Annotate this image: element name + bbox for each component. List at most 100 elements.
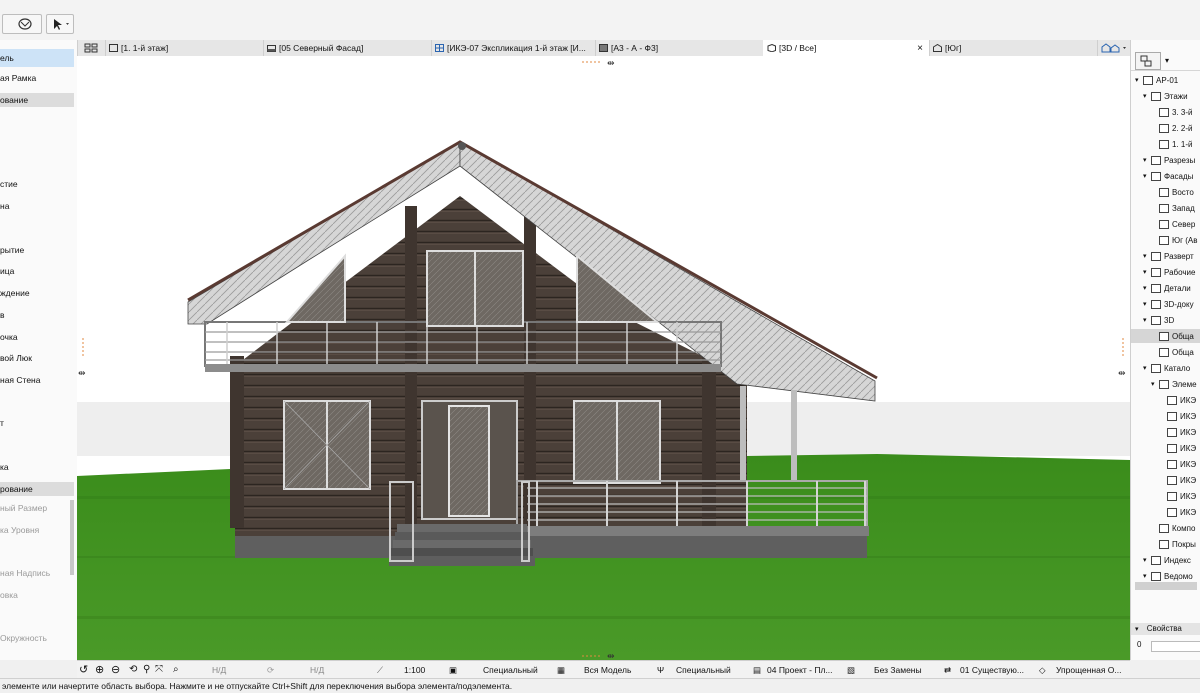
properties-header[interactable]: ▾ Свойства <box>1131 623 1200 635</box>
tab-layout[interactable]: [А3 - А - Ф3] <box>595 40 764 56</box>
nav-item[interactable]: ИКЭ <box>1131 505 1200 519</box>
nav-item[interactable]: ▾ Катало <box>1131 361 1200 375</box>
layer-combo-dropdown[interactable]: Специальный <box>483 661 538 679</box>
orbit-button[interactable] <box>2 14 42 34</box>
nav-item[interactable]: ИКЭ <box>1131 441 1200 455</box>
nav-item[interactable]: Обща <box>1131 329 1200 343</box>
nav-item[interactable]: ИКЭ <box>1131 457 1200 471</box>
nav-item[interactable]: Восто <box>1131 185 1200 199</box>
toolbox-item[interactable]: очка <box>0 332 74 342</box>
tab-south[interactable]: [Юг] <box>929 40 1098 56</box>
scale-field[interactable]: 1:100 <box>404 661 425 679</box>
nav-item[interactable]: ▾ Ведомо <box>1131 569 1200 583</box>
close-tab-icon[interactable]: × <box>917 43 923 54</box>
tab-3d[interactable]: [3D / Все] × <box>763 40 930 56</box>
toolbox-item[interactable]: ный Размер <box>0 503 74 513</box>
tab-overview-button[interactable] <box>77 40 106 56</box>
nav-item[interactable]: ▾ АР-01 <box>1131 73 1200 87</box>
toolbox-item[interactable]: ждение <box>0 288 74 298</box>
pen-set-dropdown[interactable]: Специальный <box>676 661 731 679</box>
nav-item[interactable]: ▾ Элеме <box>1131 377 1200 391</box>
properties-field[interactable] <box>1151 641 1200 652</box>
partial-structure-dropdown[interactable]: Упрощенная О... <box>1056 661 1121 679</box>
nav-item[interactable]: ИКЭ <box>1131 393 1200 407</box>
nav-item[interactable]: Покры <box>1131 537 1200 551</box>
toolbox-item[interactable]: ная Надпись <box>0 568 74 578</box>
zoom-fit-icon[interactable]: ⌕ <box>173 661 179 679</box>
nav-item[interactable]: ▾ Разрезы <box>1131 153 1200 167</box>
nav-item[interactable]: Запад <box>1131 201 1200 215</box>
toolbox-item[interactable]: Окружность <box>0 633 74 643</box>
expand-arrow-icon[interactable]: ▾ <box>1143 92 1151 100</box>
tab-floor-1[interactable]: [1. 1-й этаж] <box>105 40 264 56</box>
navigator-panel: ▾ ▾ АР-01 ▾ Этажи 3. 3-й 2. 2-й 1. 1-й ▾ Разрезы… <box>1130 40 1200 660</box>
nav-item[interactable]: ▾ Фасады <box>1131 169 1200 183</box>
orbit-icon[interactable]: ⟲ <box>129 661 137 679</box>
expand-arrow-icon[interactable]: ▾ <box>1143 316 1151 324</box>
nav-item[interactable]: Юг (Ав <box>1131 233 1200 247</box>
graphic-override-dropdown[interactable]: Без Замены <box>874 661 922 679</box>
toolbox-item[interactable]: ель <box>0 49 74 67</box>
toolbox-section-header[interactable]: рование <box>0 482 74 496</box>
toolbox-item[interactable]: овка <box>0 590 74 600</box>
tab-north-elevation[interactable]: [05 Северный Фасад] <box>263 40 432 56</box>
tab-schedule[interactable]: [ИКЭ-07 Экспликация 1-й этаж [И... <box>431 40 596 56</box>
nav-item[interactable]: ▾ Детали <box>1131 281 1200 295</box>
nav-item[interactable]: ▾ Рабочие <box>1131 265 1200 279</box>
expand-arrow-icon[interactable]: ▾ <box>1143 156 1151 164</box>
toolbox-item[interactable]: ица <box>0 266 74 276</box>
nav-item[interactable]: ИКЭ <box>1131 425 1200 439</box>
expand-arrow-icon[interactable]: ▾ <box>1143 572 1151 580</box>
toolbox-item[interactable]: вой Люк <box>0 353 74 363</box>
toolbox-section-header[interactable]: ование <box>0 93 74 107</box>
nav-item[interactable]: ▾ Разверт <box>1131 249 1200 263</box>
toolbox-scrollbar[interactable] <box>70 500 74 575</box>
toolbox-item[interactable]: рытие <box>0 245 74 255</box>
toolbox-item[interactable]: в <box>0 310 74 320</box>
model-view-dropdown[interactable]: Вся Модель <box>584 661 631 679</box>
zoom-in-icon[interactable]: ⊕ <box>95 661 104 679</box>
nav-item[interactable]: ▾ 3D-доку <box>1131 297 1200 311</box>
arrow-tool-button[interactable] <box>46 14 74 34</box>
undo-zoom-icon[interactable]: ↺ <box>79 661 88 679</box>
expand-arrow-icon[interactable]: ▾ <box>1151 380 1159 388</box>
nav-item[interactable]: ▾ Индекс <box>1131 553 1200 567</box>
nav-item[interactable]: Обща <box>1131 345 1200 359</box>
toolbox-item[interactable]: ая Рамка <box>0 73 74 83</box>
walk-icon[interactable]: ⚲ <box>143 661 150 679</box>
renovation-filter-dropdown[interactable]: 01 Существую... <box>960 661 1024 679</box>
nav-item[interactable]: ▾ 3D <box>1131 313 1200 327</box>
nav-item[interactable]: 1. 1-й <box>1131 137 1200 151</box>
toolbox-item[interactable]: на <box>0 201 74 211</box>
expand-arrow-icon[interactable]: ▾ <box>1143 556 1151 564</box>
nav-item[interactable]: 3. 3-й <box>1131 105 1200 119</box>
expand-arrow-icon[interactable]: ▾ <box>1143 300 1151 308</box>
navigator-mode-button[interactable] <box>1135 52 1161 70</box>
3d-viewport[interactable]: ⇹ ⇹ ⇹ ⇹ <box>77 56 1130 660</box>
expand-arrow-icon[interactable]: ▾ <box>1143 364 1151 372</box>
3d-scene[interactable]: ⇹ ⇹ ⇹ ⇹ <box>77 56 1130 660</box>
nav-item[interactable]: 2. 2-й <box>1131 121 1200 135</box>
nav-item[interactable]: ИКЭ <box>1131 473 1200 487</box>
expand-arrow-icon[interactable]: ▾ <box>1135 76 1143 84</box>
nav-item[interactable]: ИКЭ <box>1131 409 1200 423</box>
nav-item[interactable]: ИКЭ <box>1131 489 1200 503</box>
toolbox-item[interactable]: т <box>0 418 74 428</box>
chevron-down-icon[interactable]: ▾ <box>1165 56 1169 65</box>
toolbox-item[interactable]: стие <box>0 179 74 189</box>
expand-arrow-icon[interactable]: ▾ <box>1143 172 1151 180</box>
fit-icon[interactable]: ⤧ <box>155 661 163 679</box>
nav-item[interactable]: Компо <box>1131 521 1200 535</box>
model-view-options-dropdown[interactable]: 04 Проект - Пл... <box>767 661 833 679</box>
toolbox-item[interactable]: ка <box>0 462 74 472</box>
toolbox-item[interactable]: ка Уровня <box>0 525 74 535</box>
expand-arrow-icon[interactable]: ▾ <box>1143 268 1151 276</box>
navigator-scrollbar[interactable] <box>1135 582 1197 590</box>
nav-item[interactable]: Север <box>1131 217 1200 231</box>
tab-menu-button[interactable] <box>1097 40 1130 56</box>
zoom-out-icon[interactable]: ⊖ <box>111 661 120 679</box>
expand-arrow-icon[interactable]: ▾ <box>1143 252 1151 260</box>
toolbox-item[interactable]: ная Стена <box>0 375 74 385</box>
nav-item[interactable]: ▾ Этажи <box>1131 89 1200 103</box>
expand-arrow-icon[interactable]: ▾ <box>1143 284 1151 292</box>
